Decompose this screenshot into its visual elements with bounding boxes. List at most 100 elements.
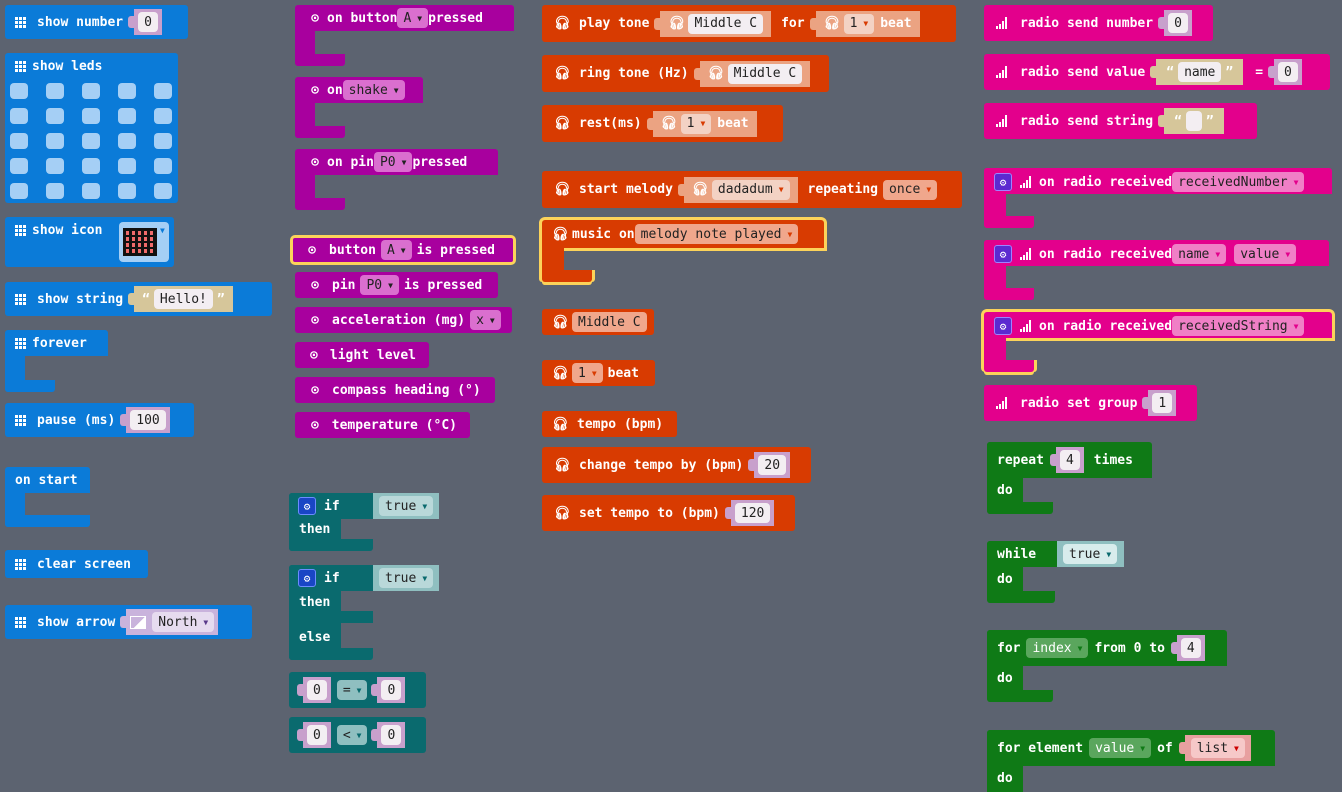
- beat-slot[interactable]: 🎧︎ 1 ▼ beat: [646, 110, 757, 137]
- note-slot[interactable]: 🎧︎ Middle C: [654, 10, 772, 37]
- led-cell[interactable]: [154, 83, 172, 99]
- beat-dropdown[interactable]: 1 ▼: [572, 363, 603, 383]
- led-cell[interactable]: [154, 158, 172, 174]
- rest-block[interactable]: 🎧︎ rest(ms) 🎧︎ 1 ▼ beat: [542, 105, 783, 142]
- if-then-else-block[interactable]: ⚙ if then else true ▼: [289, 565, 439, 660]
- gesture-dropdown[interactable]: shake ▼: [342, 80, 405, 100]
- number-value[interactable]: 0: [138, 12, 158, 32]
- gear-icon[interactable]: ⚙: [298, 569, 316, 587]
- string-slot[interactable]: “ Hello! ”: [128, 286, 233, 312]
- melody-dropdown[interactable]: dadadum ▼: [711, 179, 790, 200]
- right-operand-slot[interactable]: 0: [371, 677, 406, 703]
- button-dropdown[interactable]: A ▼: [397, 8, 429, 28]
- led-cell[interactable]: [46, 183, 64, 199]
- pin-dropdown[interactable]: P0 ▼: [373, 152, 413, 172]
- string-slot[interactable]: “ ”: [1158, 108, 1224, 134]
- condition-slot[interactable]: true ▼: [1057, 541, 1124, 567]
- if-then-block[interactable]: ⚙ if then true ▼: [289, 493, 439, 551]
- set-tempo-block[interactable]: 🎧︎ set tempo to (bpm) 120: [542, 495, 795, 531]
- music-on-block[interactable]: 🎧︎ music on melody note played ▼: [542, 220, 824, 282]
- number-slot[interactable]: 1: [1142, 390, 1177, 416]
- show-icon-block[interactable]: show icon ▼: [5, 217, 174, 267]
- on-radio-received-number-block[interactable]: ⚙ on radio received receivedNumber ▼: [984, 168, 1332, 228]
- led-cell[interactable]: [10, 133, 28, 149]
- show-leds-block[interactable]: show leds: [5, 53, 178, 203]
- radio-set-group-block[interactable]: radio set group 1: [984, 385, 1197, 421]
- light-level-block[interactable]: ⊙ light level: [295, 342, 429, 368]
- led-cell[interactable]: [118, 183, 136, 199]
- led-cell[interactable]: [10, 108, 28, 124]
- repeat-block[interactable]: repeat 4 times do: [987, 442, 1152, 514]
- variable-dropdown[interactable]: receivedString ▼: [1172, 316, 1305, 336]
- start-melody-block[interactable]: 🎧︎ start melody 🎧︎ dadadum ▼ repeating on…: [542, 171, 962, 208]
- name-variable-dropdown[interactable]: name ▼: [1172, 244, 1227, 264]
- note-value[interactable]: Middle C: [727, 63, 803, 84]
- button-is-pressed-block[interactable]: ⊙ button A ▼ is pressed: [290, 235, 516, 265]
- compare-less-block[interactable]: 0 < ▼ 0: [289, 717, 426, 753]
- tempo-value[interactable]: 20: [758, 455, 787, 475]
- element-variable-dropdown[interactable]: value ▼: [1089, 738, 1152, 758]
- on-start-block[interactable]: on start: [5, 467, 90, 527]
- forever-block[interactable]: forever: [5, 330, 108, 392]
- number-slot[interactable]: 0: [1268, 59, 1302, 85]
- led-cell[interactable]: [118, 158, 136, 174]
- string-value[interactable]: Hello!: [153, 289, 213, 309]
- note-slot[interactable]: 🎧︎ Middle C: [693, 60, 811, 87]
- led-cell[interactable]: [10, 158, 28, 174]
- gear-icon[interactable]: ⚙: [994, 317, 1012, 335]
- led-cell[interactable]: [118, 83, 136, 99]
- led-cell[interactable]: [154, 183, 172, 199]
- index-variable-dropdown[interactable]: index ▼: [1026, 638, 1089, 658]
- count-slot[interactable]: 4: [1050, 447, 1084, 473]
- gear-icon[interactable]: ⚙: [994, 173, 1012, 191]
- name-value[interactable]: name: [1178, 62, 1222, 82]
- right-value[interactable]: 0: [381, 680, 402, 700]
- for-element-block[interactable]: for element value ▼ of list ▼ do: [987, 730, 1275, 792]
- number-slot[interactable]: 20: [748, 452, 791, 478]
- group-value[interactable]: 1: [1152, 393, 1173, 413]
- list-dropdown[interactable]: list ▼: [1190, 738, 1245, 758]
- led-cell[interactable]: [46, 158, 64, 174]
- tempo-value[interactable]: 120: [734, 503, 771, 523]
- gear-icon[interactable]: ⚙: [298, 497, 316, 515]
- change-tempo-block[interactable]: 🎧︎ change tempo by (bpm) 20: [542, 447, 811, 483]
- radio-send-number-block[interactable]: radio send number 0: [984, 5, 1213, 41]
- led-cell[interactable]: [46, 133, 64, 149]
- count-value[interactable]: 4: [1059, 450, 1080, 470]
- variable-dropdown[interactable]: receivedNumber ▼: [1172, 172, 1305, 192]
- number-slot[interactable]: 0: [128, 9, 162, 35]
- arrow-slot[interactable]: North ▼: [120, 609, 219, 635]
- to-slot[interactable]: 4: [1170, 635, 1205, 661]
- radio-send-value-block[interactable]: radio send value “ name ” = 0: [984, 54, 1330, 90]
- on-radio-received-value-block[interactable]: ⚙ on radio received name ▼ value ▼: [984, 240, 1329, 300]
- beat-dropdown[interactable]: 1 ▼: [843, 13, 875, 34]
- on-pin-pressed-block[interactable]: ⊙ on pin P0 ▼ pressed: [295, 149, 498, 210]
- clear-screen-block[interactable]: clear screen: [5, 550, 148, 578]
- show-arrow-block[interactable]: show arrow North ▼: [5, 605, 252, 639]
- beat-dropdown[interactable]: 1 ▼: [680, 113, 712, 134]
- operator-dropdown[interactable]: < ▼: [336, 725, 368, 745]
- axis-dropdown[interactable]: x ▼: [470, 310, 501, 330]
- compare-equal-block[interactable]: 0 = ▼ 0: [289, 672, 426, 708]
- condition-slot[interactable]: true ▼: [373, 493, 439, 519]
- list-slot[interactable]: list ▼: [1178, 735, 1251, 761]
- temperature-block[interactable]: ⊙ temperature (°C): [295, 412, 470, 438]
- boolean-dropdown[interactable]: true ▼: [379, 568, 434, 588]
- led-cell[interactable]: [10, 183, 28, 199]
- led-cell[interactable]: [82, 83, 100, 99]
- on-radio-received-string-block[interactable]: ⚙ on radio received receivedString ▼: [984, 312, 1332, 372]
- for-index-block[interactable]: for index ▼ from 0 to 4 do: [987, 630, 1227, 702]
- led-cell[interactable]: [82, 133, 100, 149]
- pause-value[interactable]: 100: [130, 410, 166, 430]
- acceleration-block[interactable]: ⊙ acceleration (mg) x ▼: [295, 307, 512, 333]
- icon-dropdown[interactable]: ▼: [119, 222, 169, 262]
- pause-block[interactable]: pause (ms) 100: [5, 403, 194, 437]
- led-cell[interactable]: [82, 183, 100, 199]
- gear-icon[interactable]: ⚙: [994, 245, 1012, 263]
- radio-send-string-block[interactable]: radio send string “ ”: [984, 103, 1257, 139]
- number-value[interactable]: 0: [1168, 13, 1188, 33]
- play-tone-block[interactable]: 🎧︎ play tone 🎧︎ Middle C for 🎧︎ 1 ▼ beat: [542, 5, 956, 42]
- left-value[interactable]: 0: [307, 725, 327, 745]
- ring-tone-block[interactable]: 🎧︎ ring tone (Hz) 🎧︎ Middle C: [542, 55, 829, 92]
- repeat-dropdown[interactable]: once ▼: [883, 179, 938, 200]
